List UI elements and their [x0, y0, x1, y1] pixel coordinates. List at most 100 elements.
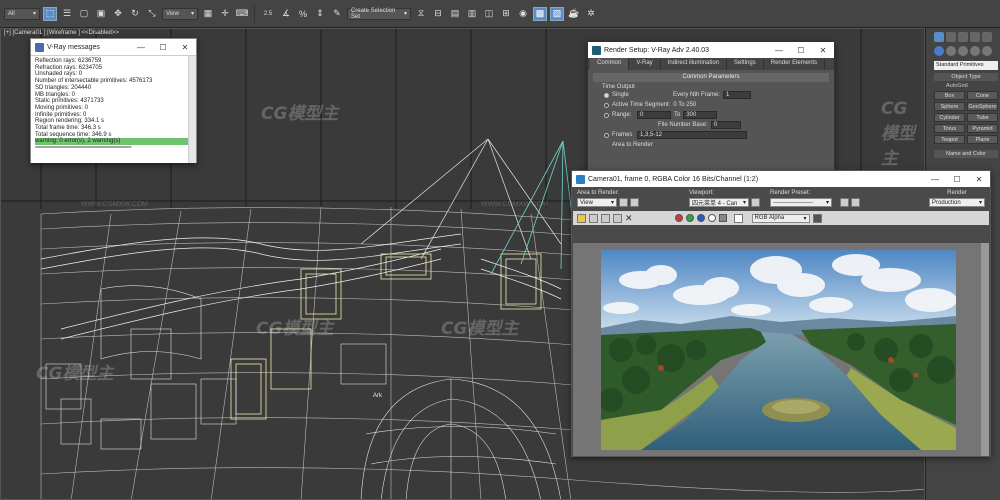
- select-by-name-icon[interactable]: ☰: [60, 7, 74, 21]
- layer-manager-icon[interactable]: ▤: [448, 7, 462, 21]
- primitive-button[interactable]: Sphere: [934, 102, 965, 111]
- range-to-spinner[interactable]: 300: [683, 111, 718, 119]
- minimize-icon[interactable]: —: [924, 175, 946, 184]
- schematic-view-icon[interactable]: ⊞: [499, 7, 513, 21]
- display-alpha-icon[interactable]: [812, 213, 822, 223]
- frames-input[interactable]: 1,3,5-12: [637, 131, 747, 139]
- color-swatch-icon[interactable]: [733, 213, 743, 223]
- modify-tab-icon[interactable]: [946, 32, 956, 42]
- snap-toggle-icon[interactable]: 2.5: [260, 7, 276, 21]
- create-tab-icon[interactable]: [934, 32, 944, 42]
- render-setup-icon[interactable]: [840, 198, 849, 207]
- edit-region-icon[interactable]: [619, 198, 628, 207]
- cameras-icon[interactable]: [970, 46, 980, 56]
- active-segment-radio[interactable]: [604, 102, 609, 108]
- render-production-icon[interactable]: ☕: [567, 7, 581, 21]
- close-icon[interactable]: ✕: [812, 46, 834, 55]
- primitive-button[interactable]: Tube: [967, 113, 998, 122]
- primitive-button[interactable]: Box: [934, 91, 965, 100]
- render-canvas[interactable]: [573, 243, 989, 456]
- message-log[interactable]: Reflection rays: 6236759 Refraction rays…: [31, 55, 196, 163]
- range-from-spinner[interactable]: 0: [637, 111, 671, 119]
- material-editor-icon[interactable]: ◉: [516, 7, 530, 21]
- file-number-spinner[interactable]: 0: [710, 121, 741, 129]
- edit-named-selection-icon[interactable]: ✎: [330, 7, 344, 21]
- auto-region-icon[interactable]: [630, 198, 639, 207]
- environment-icon[interactable]: [851, 198, 860, 207]
- object-type-rollout[interactable]: Object Type: [934, 73, 998, 81]
- autogrid-checkbox[interactable]: AutoGrid: [946, 83, 998, 89]
- tab-vray[interactable]: V-Ray: [629, 58, 661, 70]
- window-titlebar[interactable]: Camera01, frame 0, RGBA Color 16 Bits/Ch…: [572, 171, 990, 187]
- viewport-dropdown[interactable]: 四元菜单 4 - Can ▾: [689, 198, 749, 207]
- clear-icon[interactable]: ✕: [625, 213, 633, 224]
- mirror-icon[interactable]: ⧖: [414, 7, 428, 21]
- render-setup-icon[interactable]: ▩: [533, 6, 547, 21]
- rectangular-selection-icon[interactable]: ▢: [77, 7, 91, 21]
- single-radio[interactable]: [604, 92, 609, 98]
- primitive-button[interactable]: Cone: [967, 91, 998, 100]
- name-color-rollout[interactable]: Name and Color: [934, 150, 998, 158]
- rendered-frame-window-icon[interactable]: ▨: [550, 6, 564, 21]
- move-icon[interactable]: ✥: [111, 7, 125, 21]
- primitive-button[interactable]: Torus: [934, 124, 965, 133]
- save-image-icon[interactable]: [577, 213, 586, 223]
- selection-filter-dropdown[interactable]: All ▾: [4, 7, 40, 20]
- curve-editor-icon[interactable]: ◫: [482, 7, 496, 21]
- keyboard-shortcut-icon[interactable]: ⌨: [235, 7, 249, 21]
- green-channel-icon[interactable]: [685, 214, 694, 222]
- window-crossing-icon[interactable]: ▣: [94, 7, 108, 21]
- primitive-button[interactable]: Cylinder: [934, 113, 965, 122]
- named-selection-dropdown[interactable]: Create Selection Set ▾: [347, 7, 411, 20]
- graphite-icon[interactable]: ▥: [465, 7, 479, 21]
- primitive-button[interactable]: GeoSphere: [967, 102, 998, 111]
- minimize-icon[interactable]: —: [130, 43, 152, 52]
- percent-snap-icon[interactable]: %: [296, 7, 310, 21]
- print-image-icon[interactable]: [613, 213, 622, 223]
- viewport-label-menu[interactable]: [+] [Camera01 ] [Wireframe ] <<Disabled>…: [4, 30, 119, 36]
- helpers-icon[interactable]: [982, 46, 992, 56]
- hierarchy-tab-icon[interactable]: [958, 32, 968, 42]
- maximize-icon[interactable]: ☐: [946, 175, 968, 184]
- window-titlebar[interactable]: V-Ray messages — ☐ ✕: [31, 39, 196, 55]
- tab-render-elements[interactable]: Render Elements: [764, 58, 826, 70]
- render-mode-dropdown[interactable]: Production ▾: [929, 198, 985, 207]
- primitive-button[interactable]: Pyramid: [967, 124, 998, 133]
- rotate-icon[interactable]: ↻: [128, 7, 142, 21]
- primitive-button[interactable]: Plane: [967, 135, 998, 144]
- clone-window-icon[interactable]: [601, 213, 610, 223]
- range-radio[interactable]: [604, 112, 609, 118]
- primitive-button[interactable]: Teapot: [934, 135, 965, 144]
- scale-icon[interactable]: ⤡: [145, 7, 159, 21]
- close-icon[interactable]: ✕: [968, 175, 990, 184]
- close-icon[interactable]: ✕: [174, 43, 196, 52]
- pivot-icon[interactable]: ▦: [201, 7, 215, 21]
- tab-indirect-illumination[interactable]: Indirect illumination: [661, 58, 728, 70]
- alpha-channel-icon[interactable]: [707, 214, 716, 222]
- log-scrollbar[interactable]: [188, 56, 196, 163]
- blue-channel-icon[interactable]: [696, 214, 705, 222]
- minimize-icon[interactable]: —: [768, 46, 790, 55]
- display-tab-icon[interactable]: [982, 32, 992, 42]
- tab-settings[interactable]: Settings: [727, 58, 764, 70]
- frames-radio[interactable]: [604, 132, 609, 138]
- copy-image-icon[interactable]: [589, 213, 598, 223]
- lights-icon[interactable]: [958, 46, 968, 56]
- channel-dropdown[interactable]: RGB Alpha ▾: [751, 213, 810, 223]
- select-manipulate-icon[interactable]: ✛: [218, 7, 232, 21]
- shapes-icon[interactable]: [946, 46, 956, 56]
- render-preset-dropdown[interactable]: -------------------- ▾: [770, 198, 832, 207]
- angle-snap-icon[interactable]: ∡: [279, 7, 293, 21]
- reference-coord-dropdown[interactable]: View ▾: [162, 7, 198, 20]
- render-iterative-icon[interactable]: ✲: [584, 7, 598, 21]
- canvas-scrollbar[interactable]: [981, 243, 989, 456]
- window-titlebar[interactable]: Render Setup: V-Ray Adv 2.40.03 — ☐ ✕: [588, 42, 834, 58]
- spinner-snap-icon[interactable]: ⇕: [313, 7, 327, 21]
- maximize-icon[interactable]: ☐: [152, 43, 174, 52]
- mono-icon[interactable]: [718, 214, 727, 222]
- geometry-icon[interactable]: [934, 46, 944, 56]
- maximize-icon[interactable]: ☐: [790, 46, 812, 55]
- every-nth-spinner[interactable]: 1: [723, 91, 752, 99]
- red-channel-icon[interactable]: [674, 214, 683, 222]
- area-to-render-dropdown[interactable]: View ▾: [577, 198, 617, 207]
